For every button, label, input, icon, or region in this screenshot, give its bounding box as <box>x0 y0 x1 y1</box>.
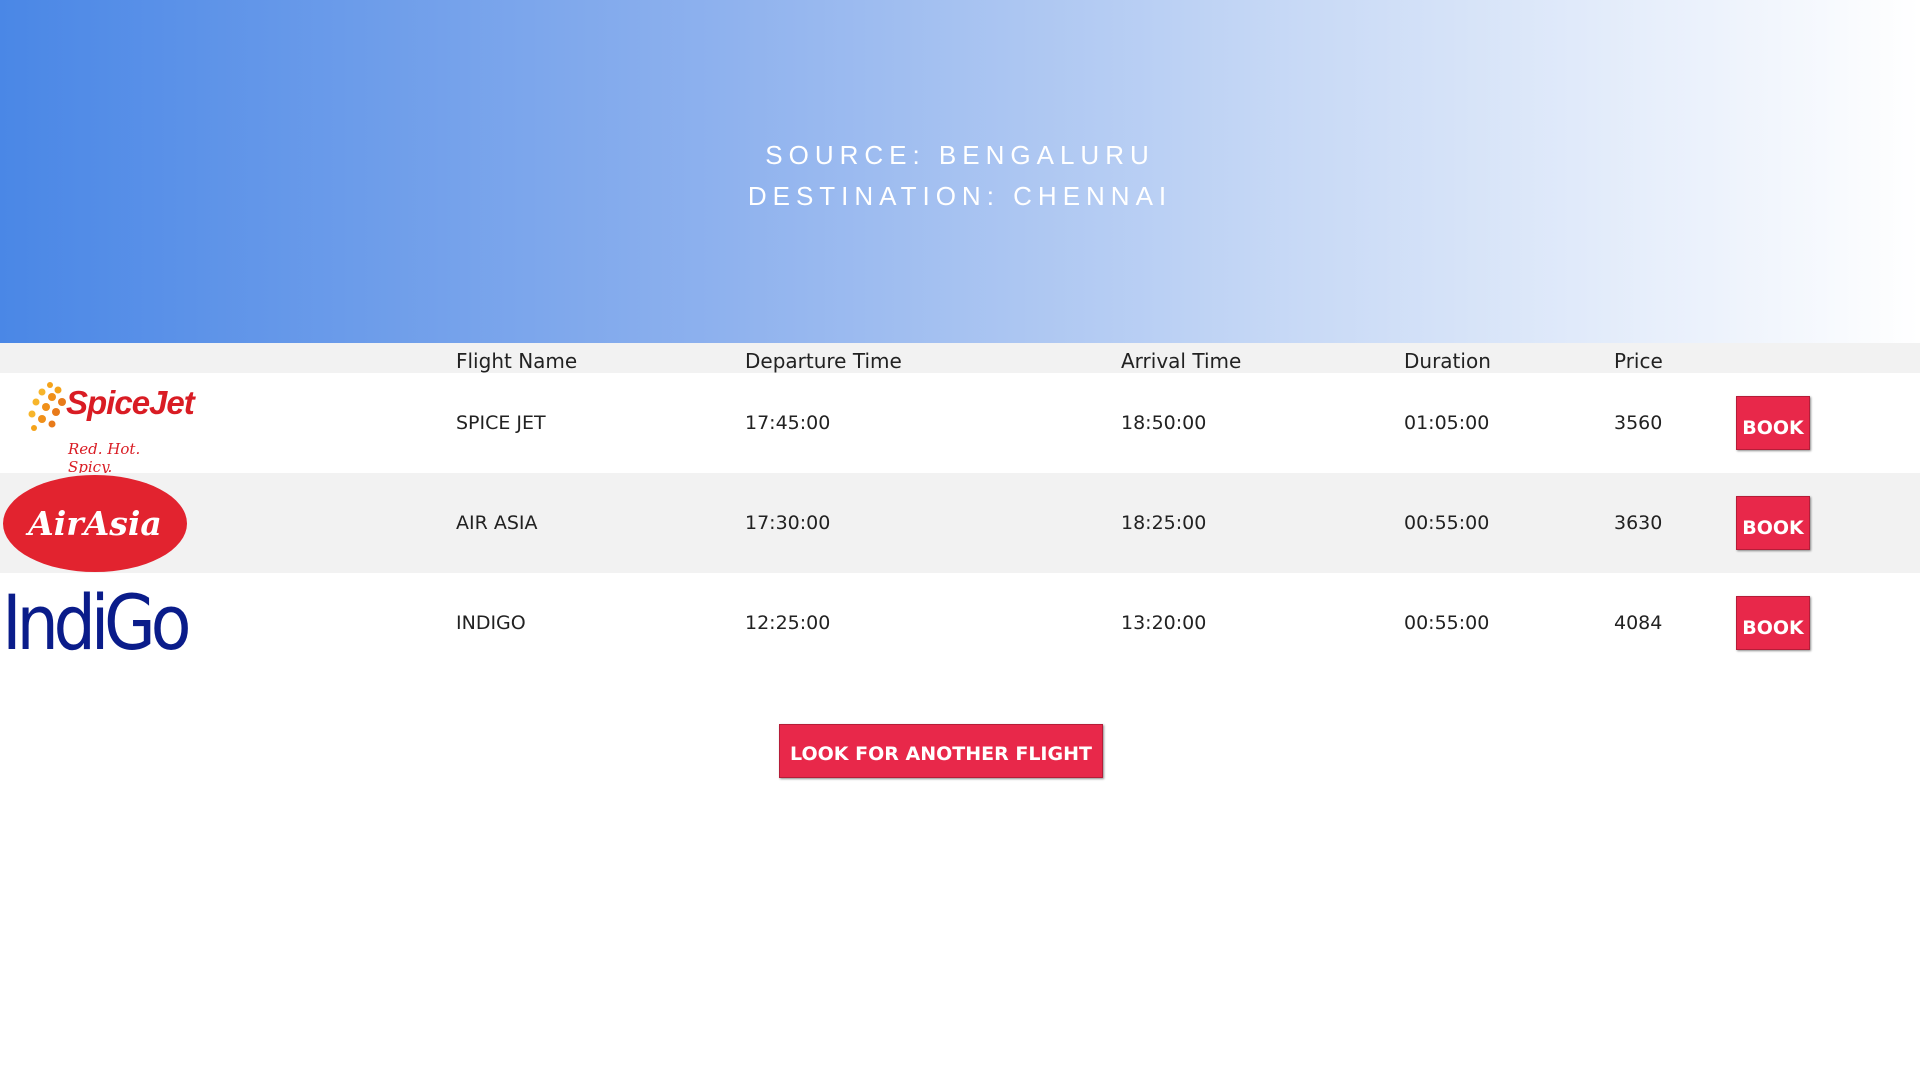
arrival-time: 13:20:00 <box>1121 573 1404 673</box>
footer-actions: LOOK FOR ANOTHER FLIGHT <box>0 673 1920 778</box>
departure-time: 12:25:00 <box>745 573 1121 673</box>
arrival-time: 18:50:00 <box>1121 373 1404 473</box>
route-info: SOURCE: BENGALURU DESTINATION: CHENNAI <box>0 135 1920 217</box>
spicejet-dots-icon <box>28 382 66 431</box>
book-cell: BOOK <box>1736 473 1920 573</box>
header-departure-time: Departure Time <box>745 343 1121 373</box>
header-arrival-time: Arrival Time <box>1121 343 1404 373</box>
logo-cell: AirAsia <box>0 473 456 573</box>
book-button[interactable]: BOOK <box>1736 596 1810 650</box>
duration: 00:55:00 <box>1404 573 1614 673</box>
source-label: SOURCE: BENGALURU <box>765 140 1155 170</box>
logo-cell: IndiGo <box>0 573 456 673</box>
book-cell: BOOK <box>1736 573 1920 673</box>
duration: 01:05:00 <box>1404 373 1614 473</box>
header-action <box>1736 343 1920 373</box>
hero-banner: SOURCE: BENGALURU DESTINATION: CHENNAI <box>0 0 1920 343</box>
spicejet-logo: SpiceJet Red. Hot. Spicy. <box>28 374 195 476</box>
price: 4084 <box>1614 573 1736 673</box>
table-header-row: Flight Name Departure Time Arrival Time … <box>0 343 1920 373</box>
destination-label: DESTINATION: CHENNAI <box>747 181 1173 211</box>
book-button[interactable]: BOOK <box>1736 496 1810 550</box>
flight-name: SPICE JET <box>456 373 745 473</box>
header-flight-name: Flight Name <box>456 343 745 373</box>
logo-cell: SpiceJet Red. Hot. Spicy. <box>0 373 456 476</box>
header-price: Price <box>1614 343 1736 373</box>
table-row: SpiceJet Red. Hot. Spicy. SPICE JET 17:4… <box>0 373 1920 476</box>
arrival-time: 18:25:00 <box>1121 473 1404 573</box>
table-row: IndiGo INDIGO 12:25:00 13:20:00 00:55:00… <box>0 573 1920 673</box>
look-for-another-flight-button[interactable]: LOOK FOR ANOTHER FLIGHT <box>779 724 1103 778</box>
departure-time: 17:45:00 <box>745 373 1121 473</box>
duration: 00:55:00 <box>1404 473 1614 573</box>
header-duration: Duration <box>1404 343 1614 373</box>
price: 3630 <box>1614 473 1736 573</box>
flight-name: AIR ASIA <box>456 473 745 573</box>
flights-table: Flight Name Departure Time Arrival Time … <box>0 343 1920 673</box>
table-row: AirAsia AIR ASIA 17:30:00 18:25:00 00:55… <box>0 473 1920 573</box>
flight-name: INDIGO <box>456 573 745 673</box>
airasia-logo: AirAsia <box>3 474 187 572</box>
book-button[interactable]: BOOK <box>1736 396 1810 450</box>
indigo-logo: IndiGo <box>2 578 192 667</box>
price: 3560 <box>1614 373 1736 473</box>
departure-time: 17:30:00 <box>745 473 1121 573</box>
book-cell: BOOK <box>1736 373 1920 473</box>
header-logo <box>0 343 456 373</box>
